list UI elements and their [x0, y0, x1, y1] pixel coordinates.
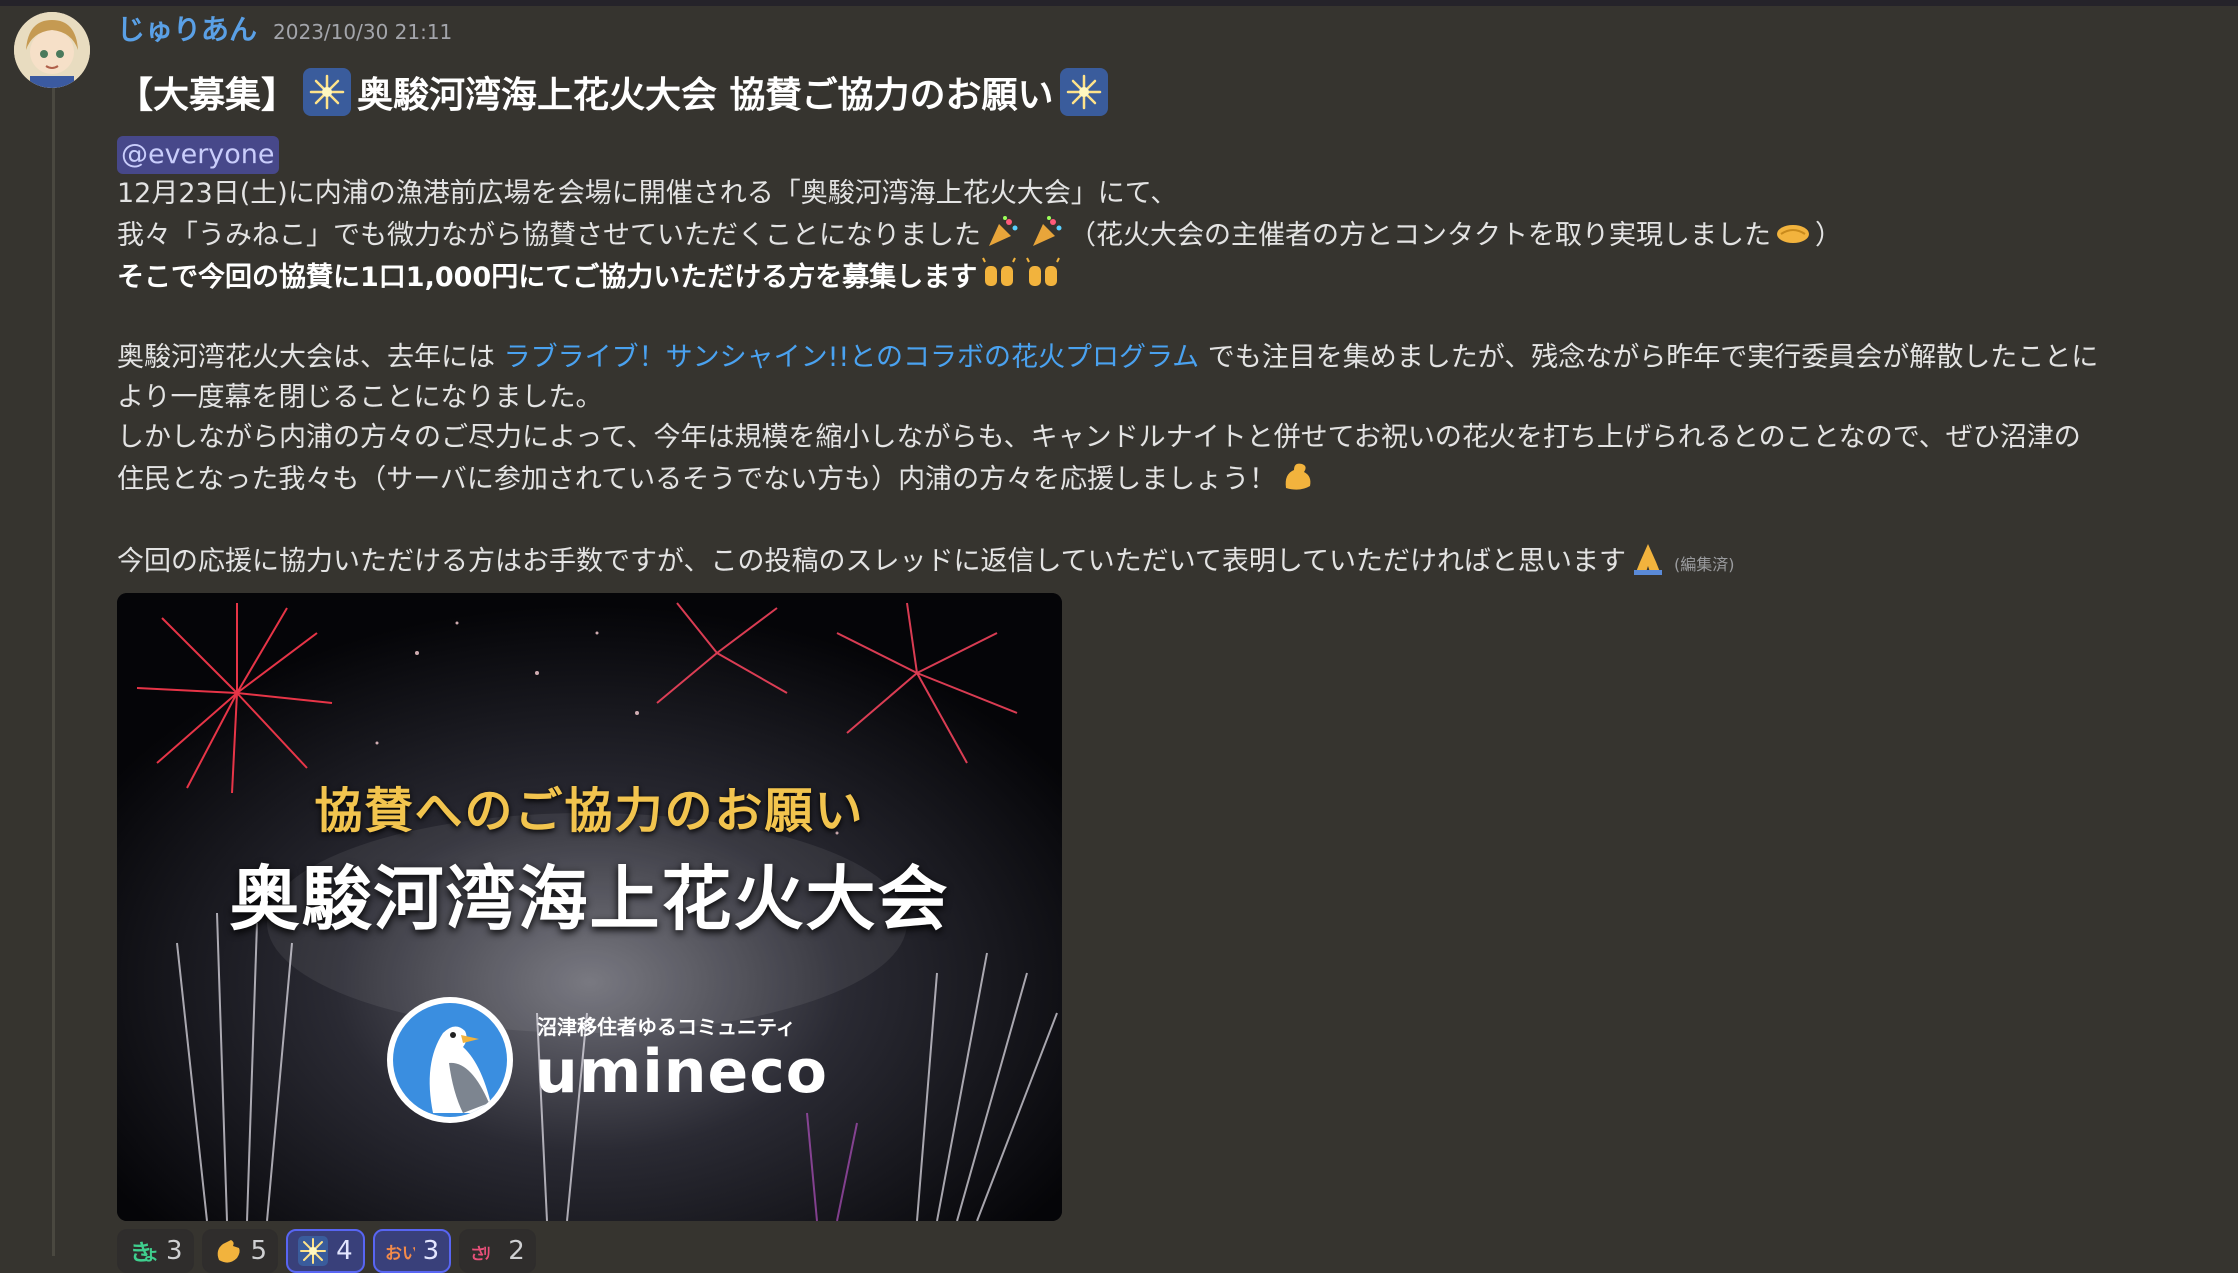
- title-prefix: 【大募集】: [117, 75, 298, 116]
- thread-line: [52, 86, 55, 1256]
- message-line: 奥駿河湾花火大会は、去年には ラブライブ！サンシャイン!!とのコラボの花火プログ…: [117, 338, 2217, 378]
- message-text: そこで今回の協賛に1口1,000円にてご協力いただける方を募集します: [117, 262, 978, 293]
- reaction-count: 3: [166, 1236, 183, 1266]
- attachment-image[interactable]: 協賛へのご協力のお願い 奥駿河湾海上花火大会 沼津移住者ゆるコミュニティ umi…: [117, 593, 1062, 1221]
- message-title: 【大募集】 奥駿河湾海上花火大会 協賛ご協力のお願い: [117, 62, 2217, 122]
- reaction-count: 3: [422, 1236, 440, 1266]
- reactions-bar: きょ 3 5 4 おい 3 さﾘ 2: [117, 1229, 2217, 1273]
- clapping-hands-icon: [213, 1236, 243, 1266]
- reaction-count: 5: [250, 1236, 268, 1266]
- image-title: 奥駿河湾海上花火大会: [229, 858, 950, 940]
- message-text: （花火大会の主催者の方とコンタクトを取り実現しました: [1069, 220, 1771, 251]
- custom-kanji-icon: きょ: [128, 1236, 160, 1266]
- reaction-custom-oi[interactable]: おい 3: [372, 1229, 452, 1273]
- fireworks-icon: [298, 1236, 329, 1266]
- image-subtitle: 協賛へのご協力のお願い: [314, 783, 865, 839]
- message-text: 住民となった我々も（サーバに参加されているそうでない方も）内浦の方々を応援しまし…: [117, 464, 1277, 495]
- message: じゅりあん 2023/10/30 21:11 【大募集】 奥駿河湾海上花火大会 …: [117, 8, 2217, 1273]
- fireworks-icon: [1059, 68, 1108, 116]
- title-main: 奥駿河湾海上花火大会 協賛ご協力のお願い: [357, 75, 1054, 116]
- message-line: 住民となった我々も（サーバに参加されているそうでない方も）内浦の方々を応援しまし…: [117, 458, 2217, 500]
- reaction-count: 4: [336, 1236, 353, 1266]
- message-text: ）: [1815, 220, 1842, 251]
- message-text: 今回の応援に協力いただける方はお手数ですが、この投稿のスレッドに返信していただい…: [117, 546, 1627, 577]
- fireworks-icon: [303, 68, 352, 116]
- message-line: しかしながら内浦の方々のご尽力によって、今年は規模を縮小しながらも、キャンドルナ…: [117, 422, 2081, 453]
- message-text: 我々「うみねこ」でも微力ながら協賛させていただくことになりました: [117, 220, 981, 251]
- message-line: 我々「うみねこ」でも微力ながら協賛させていただくことになりました （花火大会の主催…: [117, 214, 2217, 256]
- message-text: 奥駿河湾花火大会は、去年には: [117, 342, 504, 373]
- username[interactable]: じゅりあん: [117, 8, 257, 48]
- message-line-bold: そこで今回の協賛に1口1,000円にてご協力いただける方を募集します: [117, 256, 2217, 298]
- custom-sticker-icon: さﾘ: [470, 1236, 500, 1266]
- raising-hands-icon: [1025, 256, 1061, 292]
- seagull-logo: [387, 997, 513, 1123]
- reaction-custom-sticker[interactable]: さﾘ 2: [459, 1229, 536, 1273]
- custom-oi-icon: おい: [385, 1236, 419, 1266]
- message-line: 今回の応援に協力いただける方はお手数ですが、この投稿のスレッドに返信していただい…: [117, 540, 2217, 585]
- reaction-clapping[interactable]: 5: [201, 1229, 279, 1273]
- avatar[interactable]: [14, 12, 90, 88]
- reaction-count: 2: [508, 1236, 525, 1266]
- handshake-icon: [1775, 214, 1811, 250]
- timestamp[interactable]: 2023/10/30 21:11: [273, 20, 452, 44]
- community-label: 沼津移住者ゆるコミュニティ: [537, 1015, 796, 1039]
- message-line: 12月23日(土)に内浦の漁港前広場を会場に開催される「奥駿河湾海上花火大会」に…: [117, 178, 1178, 209]
- window-top-border: [0, 0, 2238, 6]
- svg-text:ﾘ: ﾘ: [483, 1244, 491, 1263]
- everyone-mention[interactable]: @everyone: [117, 136, 279, 174]
- message-line: より一度幕を閉じることになりました。: [117, 382, 603, 413]
- party-popper-icon: [985, 214, 1021, 250]
- reaction-custom-kanji[interactable]: きょ 3: [117, 1229, 194, 1273]
- collab-program-link[interactable]: ラブライブ！サンシャイン!!とのコラボの花火プログラム: [504, 342, 1200, 373]
- raising-hands-icon: [981, 256, 1017, 292]
- reaction-fireworks[interactable]: 4: [286, 1229, 365, 1273]
- brand-name: umineco: [535, 1037, 828, 1107]
- message-text: でも注目を集めましたが、残念ながら昨年で実行委員会が解散したことに: [1199, 342, 2099, 373]
- svg-text:ょ: ょ: [142, 1244, 158, 1265]
- folded-hands-icon: [1630, 540, 1666, 576]
- flexed-biceps-icon: [1280, 458, 1316, 494]
- svg-text:おい: おい: [385, 1244, 415, 1264]
- party-popper-icon: [1029, 214, 1065, 250]
- edited-label: (編集済): [1674, 555, 1735, 574]
